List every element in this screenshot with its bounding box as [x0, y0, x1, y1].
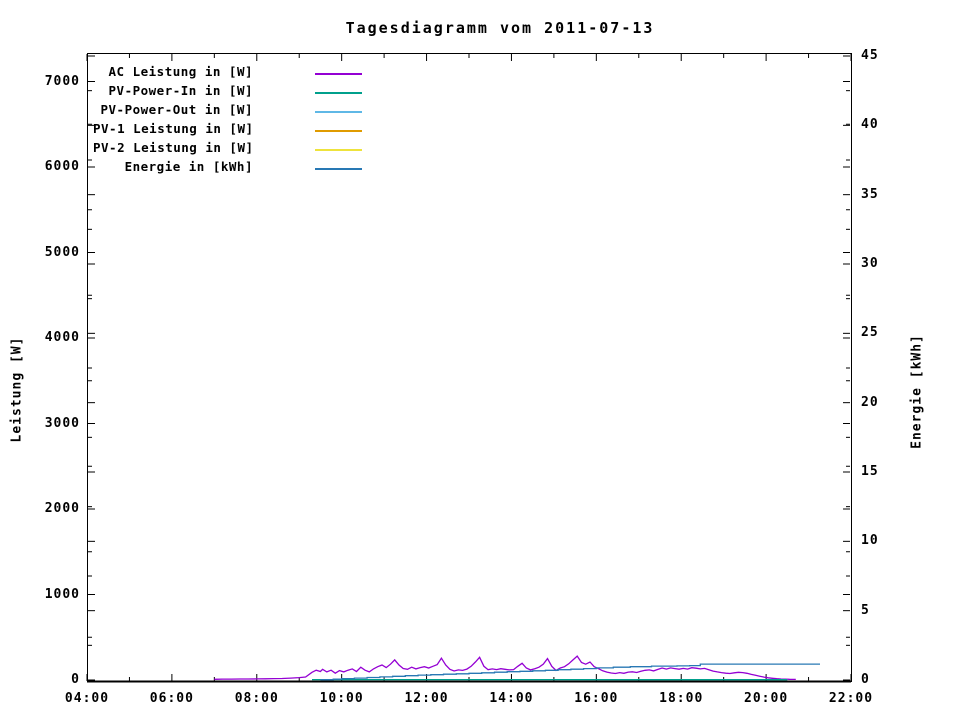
gnuplot-chart-window: Tagesdiagramm vom 2011-07-13 Leistung [W… — [0, 0, 960, 720]
y-right-tick-label: 20 — [861, 394, 879, 410]
legend-line-swatch — [315, 92, 362, 94]
y-left-tick-label: 5000 — [44, 244, 80, 260]
x-tick-label: 04:00 — [64, 691, 110, 706]
x-tick-label: 08:00 — [234, 691, 279, 706]
y-right-tick-label: 40 — [861, 117, 879, 133]
x-tick-label: 16:00 — [574, 691, 619, 706]
y-right-tick-label: 5 — [861, 602, 870, 618]
legend: AC Leistung in [W] PV-Power-In in [W] PV… — [93, 62, 383, 176]
legend-item-pv1-leistung: PV-1 Leistung in [W] — [93, 119, 383, 138]
y-right-tick-label: 15 — [861, 464, 879, 479]
legend-label: PV-1 Leistung in [W] — [93, 121, 254, 136]
x-tick-label: 14:00 — [489, 691, 534, 706]
x-tick-label: 10:00 — [319, 691, 364, 706]
legend-line-swatch — [315, 168, 362, 170]
y-right-tick-label: 30 — [861, 256, 879, 271]
y-axis-left-label: Leistung [W] — [9, 336, 25, 443]
y-left-tick-label: 0 — [71, 672, 80, 687]
series-line-0 — [214, 655, 796, 681]
y-left-tick-label: 7000 — [44, 73, 80, 89]
legend-item-energie: Energie in [kWh] — [93, 157, 383, 176]
x-tick-label: 18:00 — [659, 691, 704, 706]
legend-item-pv2-leistung: PV-2 Leistung in [W] — [93, 138, 383, 157]
y-left-tick-label: 1000 — [44, 586, 80, 602]
legend-line-swatch — [315, 130, 362, 132]
legend-label: PV-2 Leistung in [W] — [93, 140, 254, 155]
y-right-tick-label: 10 — [861, 533, 879, 549]
y-right-tick-label: 45 — [861, 48, 879, 63]
y-right-tick-label: 0 — [861, 672, 870, 687]
legend-line-swatch — [315, 111, 362, 113]
series-line-5 — [320, 663, 820, 681]
legend-label: AC Leistung in [W] — [108, 64, 253, 79]
legend-label: Energie in [kWh] — [124, 159, 253, 174]
x-tick-label: 20:00 — [744, 691, 789, 706]
legend-line-swatch — [315, 149, 362, 151]
y-left-tick-label: 3000 — [44, 415, 80, 431]
x-tick-label: 12:00 — [404, 691, 449, 706]
y-left-tick-label: 2000 — [44, 501, 80, 516]
y-axis-right-label: Energie [kWh] — [909, 334, 925, 449]
legend-item-ac-leistung: AC Leistung in [W] — [93, 62, 383, 81]
y-right-tick-label: 35 — [861, 186, 879, 202]
x-tick-label: 06:00 — [149, 691, 194, 706]
y-left-tick-label: 6000 — [44, 159, 80, 174]
legend-label: PV-Power-In in [W] — [108, 83, 253, 98]
y-right-tick-label: 25 — [861, 325, 879, 341]
y-left-tick-label: 4000 — [44, 330, 80, 345]
legend-line-swatch — [315, 73, 362, 75]
x-tick-label: 22:00 — [828, 691, 874, 706]
legend-item-pv-power-in: PV-Power-In in [W] — [93, 81, 383, 100]
legend-label: PV-Power-Out in [W] — [100, 102, 253, 117]
legend-item-pv-power-out: PV-Power-Out in [W] — [93, 100, 383, 119]
